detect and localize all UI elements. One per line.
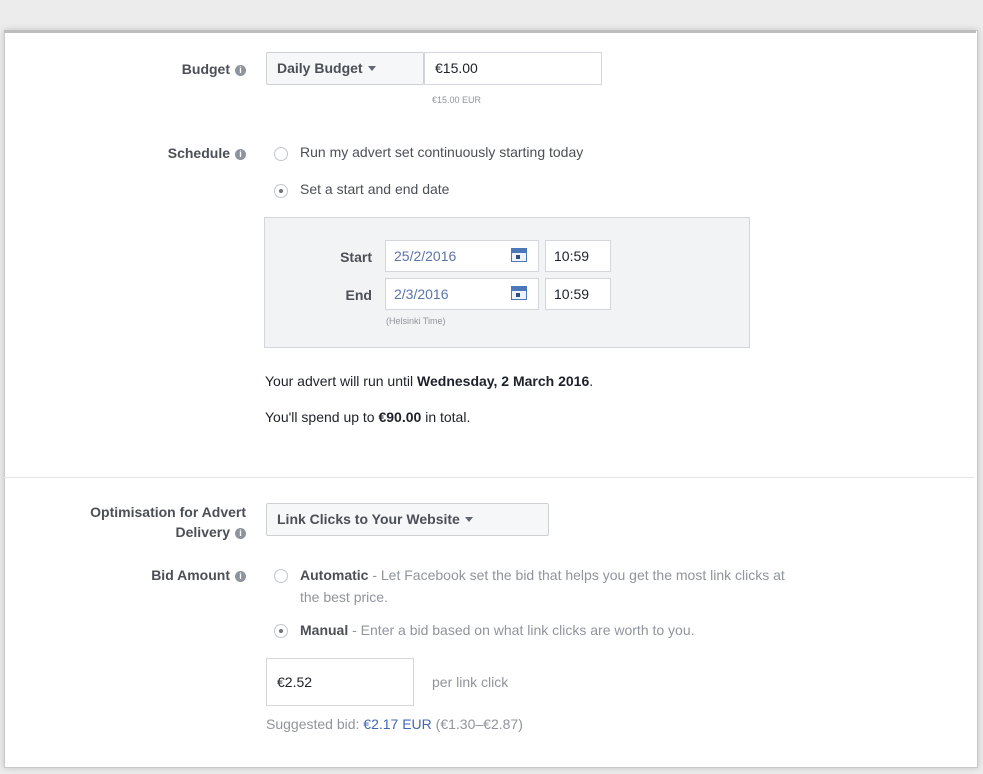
schedule-start-end-label[interactable]: Set a start and end date [300, 181, 449, 197]
end-label: End [345, 287, 372, 303]
optimisation-label-line2: Delivery [175, 524, 230, 540]
suggested-bid-prefix: Suggested bid: [266, 716, 364, 732]
suggested-bid-value[interactable]: €2.17 EUR [363, 716, 431, 732]
end-time-input[interactable]: 10:59 [545, 278, 611, 310]
bid-automatic-title: Automatic [300, 567, 369, 583]
spend-amount: €90.00 [378, 409, 422, 425]
budget-label: Budget i [60, 61, 246, 77]
budget-type-dropdown[interactable]: Daily Budget [266, 52, 424, 85]
schedule-continuous-label[interactable]: Run my advert set continuously starting … [300, 144, 583, 160]
suggested-bid-range: (€1.30–€2.87) [431, 716, 523, 732]
start-date-value: 25/2/2016 [394, 248, 457, 264]
start-label: Start [340, 249, 372, 265]
schedule-label: Schedule i [60, 145, 246, 161]
bid-unit-label: per link click [432, 674, 509, 690]
spend-summary: You'll spend up to €90.00 in total. [265, 409, 470, 425]
bid-automatic-desc-line1: - Let Facebook set the bid that helps yo… [368, 567, 785, 583]
calendar-icon[interactable] [511, 286, 527, 300]
info-icon[interactable]: i [235, 571, 246, 582]
budget-amount-hint: €15.00 EUR [432, 95, 482, 105]
bid-amount-input[interactable]: €2.52 [266, 658, 414, 706]
ad-set-panel [4, 30, 978, 768]
run-until-summary: Your advert will run until Wednesday, 2 … [265, 373, 593, 389]
info-icon[interactable]: i [235, 149, 246, 160]
optimisation-label: Optimisation for Advert Delivery i [10, 502, 246, 542]
suggested-bid: Suggested bid: €2.17 EUR (€1.30–€2.87) [266, 716, 523, 732]
optimisation-selected: Link Clicks to Your Website [277, 511, 460, 527]
run-until-date: Wednesday, 2 March 2016 [417, 373, 590, 389]
end-date-value: 2/3/2016 [394, 286, 449, 302]
info-icon[interactable]: i [235, 65, 246, 76]
chevron-down-icon [367, 66, 376, 71]
bid-manual-title: Manual [300, 622, 349, 638]
panel-top-border [4, 30, 976, 33]
budget-type-label: Daily Budget [277, 60, 363, 76]
section-divider [4, 477, 974, 478]
budget-label-text: Budget [181, 61, 230, 77]
budget-amount-input[interactable]: €15.00 [424, 52, 602, 85]
bid-amount-label-text: Bid Amount [151, 567, 230, 583]
bid-automatic-radio[interactable] [274, 569, 288, 583]
bid-amount-label: Bid Amount i [60, 567, 246, 583]
start-time-input[interactable]: 10:59 [545, 240, 611, 272]
spend-suffix: in total. [421, 409, 471, 425]
schedule-continuous-radio[interactable] [274, 147, 288, 161]
bid-manual-option[interactable]: Manual - Enter a bid based on what link … [300, 619, 695, 641]
chevron-down-icon [464, 517, 473, 522]
calendar-icon[interactable] [511, 248, 527, 262]
info-icon[interactable]: i [235, 528, 246, 539]
schedule-start-end-radio[interactable] [274, 184, 288, 198]
spend-prefix: You'll spend up to [265, 409, 379, 425]
bid-manual-desc: - Enter a bid based on what link clicks … [348, 622, 695, 638]
bid-manual-radio[interactable] [274, 624, 288, 638]
run-until-prefix: Your advert will run until [265, 373, 418, 389]
timezone-note: (Helsinki Time) [386, 316, 446, 326]
bid-automatic-option[interactable]: Automatic - Let Facebook set the bid tha… [300, 564, 970, 608]
bid-automatic-desc-line2: the best price. [300, 589, 388, 605]
optimisation-label-line1: Optimisation for Advert [90, 504, 246, 520]
run-until-suffix: . [589, 373, 594, 389]
schedule-label-text: Schedule [167, 145, 230, 161]
optimisation-dropdown[interactable]: Link Clicks to Your Website [266, 503, 549, 536]
